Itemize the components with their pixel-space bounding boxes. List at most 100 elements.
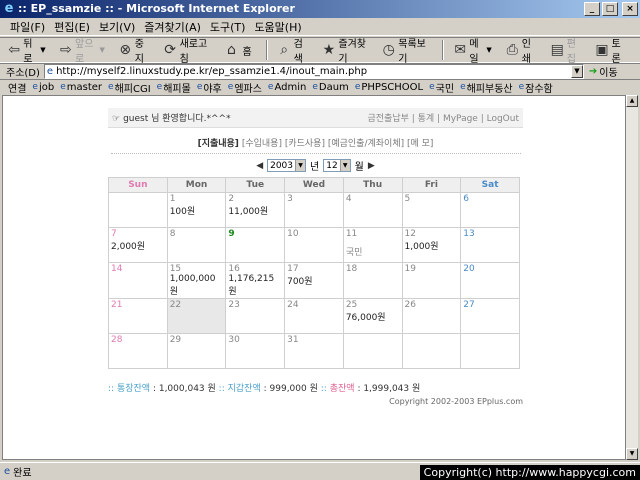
weekday-fri: Fri bbox=[401, 177, 462, 193]
calendar-day-cell[interactable]: 22 bbox=[166, 298, 227, 334]
menu-tools[interactable]: 도구(T) bbox=[210, 19, 246, 35]
tab-others[interactable]: [수입내용] [카드사용] [예금인출/계좌이체] [메 모] bbox=[242, 139, 434, 149]
calendar-day-cell[interactable]: 12 1,000원 bbox=[401, 227, 462, 263]
calendar-day-cell[interactable] bbox=[460, 333, 520, 369]
day-amount[interactable]: 2,000원 bbox=[111, 239, 165, 252]
calendar-day-cell[interactable]: 11 국민 bbox=[342, 227, 403, 263]
go-button[interactable]: ➔ 이동 bbox=[589, 64, 618, 79]
print-button[interactable]: ⎙ 인쇄 bbox=[506, 35, 537, 65]
link-submarine[interactable]: e 잠수함 bbox=[519, 80, 553, 95]
calendar-day-cell[interactable]: 26 bbox=[401, 298, 462, 334]
minimize-button[interactable]: _ bbox=[584, 2, 600, 16]
year-select[interactable]: 2003 ▼ bbox=[267, 159, 307, 172]
menu-favorites[interactable]: 즐겨찾기(A) bbox=[144, 19, 201, 35]
calendar-day-cell[interactable]: 21 bbox=[108, 298, 168, 334]
calendar-day-cell[interactable]: 20 bbox=[460, 262, 520, 299]
calendar-day-cell[interactable]: 13 bbox=[460, 227, 520, 263]
calendar-day-cell[interactable]: 31 bbox=[284, 333, 344, 369]
calendar-day-cell[interactable]: 10 bbox=[284, 227, 344, 263]
calendar-day-cell[interactable] bbox=[108, 192, 168, 228]
next-month-arrow-icon[interactable]: ▶ bbox=[368, 161, 375, 171]
calendar-day-cell[interactable]: 14 bbox=[108, 262, 168, 299]
calendar-day-cell[interactable] bbox=[401, 333, 462, 369]
calendar-day-cell[interactable]: 4 bbox=[342, 192, 403, 228]
home-button[interactable]: ⌂ 홈 bbox=[223, 42, 252, 58]
calendar-day-cell[interactable]: 3 bbox=[284, 192, 344, 228]
calendar-day-cell[interactable]: 23 bbox=[225, 298, 286, 334]
link-admin[interactable]: e Admin bbox=[268, 82, 306, 93]
calendar-day-cell[interactable]: 1 100원 bbox=[166, 192, 227, 228]
day-amount[interactable]: 1,000,000원 bbox=[170, 274, 224, 297]
top-links[interactable]: 금전출납부 | 통계 | MyPage | LogOut bbox=[368, 111, 520, 124]
vertical-scrollbar[interactable]: ▲ ▼ bbox=[626, 95, 638, 460]
calendar-day-cell[interactable]: 6 bbox=[460, 192, 520, 228]
mail-icon: ✉ bbox=[454, 42, 467, 58]
link-daum[interactable]: e Daum bbox=[312, 82, 348, 93]
tab-expense[interactable]: [지출내용] bbox=[198, 139, 239, 149]
refresh-button[interactable]: ⟳ 새로고침 bbox=[164, 35, 210, 65]
day-number: 11 bbox=[345, 229, 358, 239]
calendar-day-cell[interactable]: 30 bbox=[225, 333, 286, 369]
calendar-day-cell[interactable]: 7 2,000원 bbox=[108, 227, 168, 263]
day-amount[interactable]: 100원 bbox=[170, 204, 224, 217]
link-happymall[interactable]: e 해피몰 bbox=[157, 80, 191, 95]
calendar-day-cell[interactable]: 9 bbox=[225, 227, 286, 263]
calendar-day-cell[interactable]: 29 bbox=[166, 333, 227, 369]
back-button[interactable]: ⇦ 뒤로 ▼ bbox=[8, 35, 45, 65]
calendar-day-cell[interactable]: 28 bbox=[108, 333, 168, 369]
stop-button[interactable]: ⊗ 중지 bbox=[119, 35, 150, 65]
address-dropdown[interactable]: ▼ bbox=[570, 65, 583, 78]
menu-file[interactable]: 파일(F) bbox=[10, 19, 45, 35]
edit-button[interactable]: ▤ 편집 bbox=[551, 35, 582, 65]
favorites-button[interactable]: ★ 즐겨찾기 bbox=[322, 35, 368, 65]
link-happycgi[interactable]: e 해피CGI bbox=[108, 80, 151, 95]
calendar-day-cell[interactable]: 2 11,000원 bbox=[225, 192, 286, 228]
calendar-day-cell[interactable]: 27 bbox=[460, 298, 520, 334]
dropdown-icon[interactable]: ▼ bbox=[99, 46, 104, 54]
link-empas[interactable]: e 엠파스 bbox=[228, 80, 262, 95]
menu-help[interactable]: 도움말(H) bbox=[254, 19, 301, 35]
month-select[interactable]: 12 ▼ bbox=[323, 159, 351, 172]
calendar-day-cell[interactable] bbox=[342, 333, 403, 369]
calendar-day-cell[interactable]: 15 1,000,000원 bbox=[166, 262, 227, 299]
ledger-page: ☞ guest 님 환영합니다.*^^* 금전출납부 | 통계 | MyPage … bbox=[108, 108, 523, 406]
calendar-day-cell[interactable]: 24 bbox=[284, 298, 344, 334]
link-yahoo[interactable]: e 야후 bbox=[197, 80, 222, 95]
calendar-day-cell[interactable]: 18 bbox=[342, 262, 403, 299]
prev-month-arrow-icon[interactable]: ◀ bbox=[256, 161, 263, 171]
calendar-day-cell[interactable]: 16 1,176,215원 bbox=[225, 262, 286, 299]
menu-view[interactable]: 보기(V) bbox=[99, 19, 135, 35]
day-amount[interactable]: 1,176,215원 bbox=[228, 274, 282, 297]
sub-menu: [지출내용] [수입내용] [카드사용] [예금인출/계좌이체] [메 모] bbox=[108, 136, 523, 149]
calendar-day-cell[interactable]: 19 bbox=[401, 262, 462, 299]
window-titlebar[interactable]: e :: EP_ssamzie :: - Microsoft Internet … bbox=[0, 0, 640, 18]
day-note[interactable]: 국민 bbox=[346, 245, 400, 258]
link-phpschool[interactable]: e PHPSCHOOL bbox=[355, 82, 423, 93]
link-master[interactable]: e master bbox=[60, 82, 102, 93]
address-input[interactable]: e http://myself2.linuxstudy.pe.kr/ep_ssa… bbox=[43, 64, 584, 79]
scroll-down-icon[interactable]: ▼ bbox=[626, 448, 638, 460]
dropdown-icon[interactable]: ▼ bbox=[486, 46, 491, 54]
day-amount[interactable]: 700원 bbox=[287, 274, 341, 287]
forward-button[interactable]: ⇨ 앞으로 ▼ bbox=[60, 35, 105, 65]
scroll-up-icon[interactable]: ▲ bbox=[626, 95, 638, 107]
link-kookmin[interactable]: e 국민 bbox=[429, 80, 454, 95]
calendar-day-cell[interactable]: 8 bbox=[166, 227, 227, 263]
calendar-day-cell[interactable]: 25 76,000원 bbox=[342, 298, 403, 334]
search-button[interactable]: ⌕ 검색 bbox=[278, 35, 309, 65]
mail-button[interactable]: ✉ 메일 ▼ bbox=[454, 35, 491, 65]
day-amount[interactable]: 1,000원 bbox=[405, 239, 459, 252]
close-button[interactable]: × bbox=[622, 2, 638, 16]
day-amount[interactable]: 11,000원 bbox=[228, 204, 282, 217]
calendar-day-cell[interactable]: 5 bbox=[401, 192, 462, 228]
calendar-day-cell[interactable]: 17 700원 bbox=[284, 262, 344, 299]
maximize-button[interactable]: □ bbox=[602, 2, 618, 16]
link-happy-realestate[interactable]: e 해피부동산 bbox=[460, 80, 513, 95]
menu-edit[interactable]: 편집(E) bbox=[54, 19, 90, 35]
link-job[interactable]: e job bbox=[32, 82, 54, 93]
history-button[interactable]: ◷ 목록보기 bbox=[382, 35, 428, 65]
day-amount[interactable]: 76,000원 bbox=[346, 310, 400, 323]
discuss-button[interactable]: ▣ 토론 bbox=[595, 35, 626, 65]
dropdown-icon[interactable]: ▼ bbox=[40, 46, 45, 54]
summary-bullet: :: bbox=[320, 384, 327, 394]
